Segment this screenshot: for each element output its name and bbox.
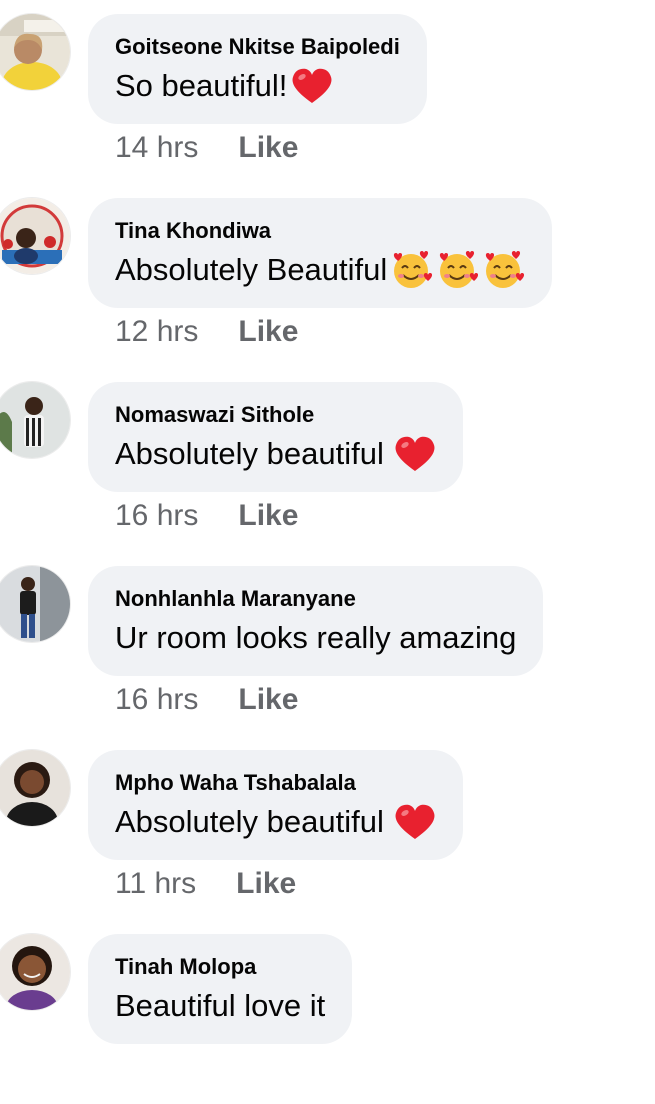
comment-bubble: Tina Khondiwa Absolutely Beautiful xyxy=(88,198,553,308)
avatar[interactable] xyxy=(0,750,70,826)
comment-bubble: Nomaswazi Sithole Absolutely beautiful xyxy=(88,382,463,492)
comment-text: Beautiful love it xyxy=(115,988,326,1023)
avatar[interactable] xyxy=(0,14,70,90)
comment-content: Absolutely beautiful xyxy=(115,434,436,474)
comment-bubble: Goitseone Nkitse Baipoledi So beautiful! xyxy=(88,14,427,124)
comment-item: Nonhlanhla Maranyane Ur room looks reall… xyxy=(0,552,655,736)
avatar[interactable] xyxy=(0,198,70,274)
comment-author[interactable]: Tina Khondiwa xyxy=(115,218,525,244)
comment-meta: 16 hrs Like xyxy=(115,496,298,536)
heart-icon xyxy=(291,67,333,105)
comment-text: Absolutely beautiful xyxy=(115,436,384,471)
comment-item: Nomaswazi Sithole Absolutely beautiful 1… xyxy=(0,368,655,552)
comment-meta: 11 hrs Like xyxy=(115,864,296,904)
comment-content: Absolutely beautiful xyxy=(115,802,436,842)
comment-author[interactable]: Nomaswazi Sithole xyxy=(115,402,436,428)
comment-bubble: Tinah Molopa Beautiful love it xyxy=(88,934,353,1044)
heart-icon xyxy=(394,435,436,473)
like-button[interactable]: Like xyxy=(238,131,298,165)
comment-text: So beautiful! xyxy=(115,68,288,103)
avatar[interactable] xyxy=(0,934,70,1010)
heart-icon xyxy=(394,803,436,841)
comment-item: Tina Khondiwa Absolutely Beautiful 12 hr… xyxy=(0,184,655,368)
comment-timestamp[interactable]: 11 hrs xyxy=(115,867,196,901)
smiling-face-with-hearts-icon xyxy=(389,250,433,290)
comment-item: Tinah Molopa Beautiful love it xyxy=(0,920,655,1104)
comment-text: Absolutely Beautiful xyxy=(115,252,388,287)
comment-author[interactable]: Tinah Molopa xyxy=(115,954,325,980)
comment-timestamp[interactable]: 16 hrs xyxy=(115,683,198,717)
comment-author[interactable]: Goitseone Nkitse Baipoledi xyxy=(115,34,400,60)
comment-item: Goitseone Nkitse Baipoledi So beautiful!… xyxy=(0,0,655,184)
like-button[interactable]: Like xyxy=(238,499,298,533)
smiling-face-with-hearts-icon xyxy=(481,250,525,290)
comment-author[interactable]: Nonhlanhla Maranyane xyxy=(115,586,516,612)
comment-timestamp[interactable]: 12 hrs xyxy=(115,315,198,349)
smiling-face-with-hearts-icon xyxy=(435,250,479,290)
comment-content: Absolutely Beautiful xyxy=(115,250,525,290)
like-button[interactable]: Like xyxy=(236,867,296,901)
comment-bubble: Nonhlanhla Maranyane Ur room looks reall… xyxy=(88,566,544,676)
comment-content: Beautiful love it xyxy=(115,986,325,1026)
comment-content: Ur room looks really amazing xyxy=(115,618,516,658)
comment-item: Mpho Waha Tshabalala Absolutely beautifu… xyxy=(0,736,655,920)
comment-meta: 14 hrs Like xyxy=(115,128,298,168)
comment-author[interactable]: Mpho Waha Tshabalala xyxy=(115,770,436,796)
comment-meta: 12 hrs Like xyxy=(115,312,298,352)
comment-text: Ur room looks really amazing xyxy=(115,620,517,655)
avatar[interactable] xyxy=(0,566,70,642)
avatar[interactable] xyxy=(0,382,70,458)
like-button[interactable]: Like xyxy=(238,683,298,717)
comment-content: So beautiful! xyxy=(115,66,400,106)
comment-timestamp[interactable]: 14 hrs xyxy=(115,131,198,165)
comment-bubble: Mpho Waha Tshabalala Absolutely beautifu… xyxy=(88,750,463,860)
comment-text: Absolutely beautiful xyxy=(115,804,384,839)
comment-timestamp[interactable]: 16 hrs xyxy=(115,499,198,533)
like-button[interactable]: Like xyxy=(238,315,298,349)
comment-meta: 16 hrs Like xyxy=(115,680,298,720)
